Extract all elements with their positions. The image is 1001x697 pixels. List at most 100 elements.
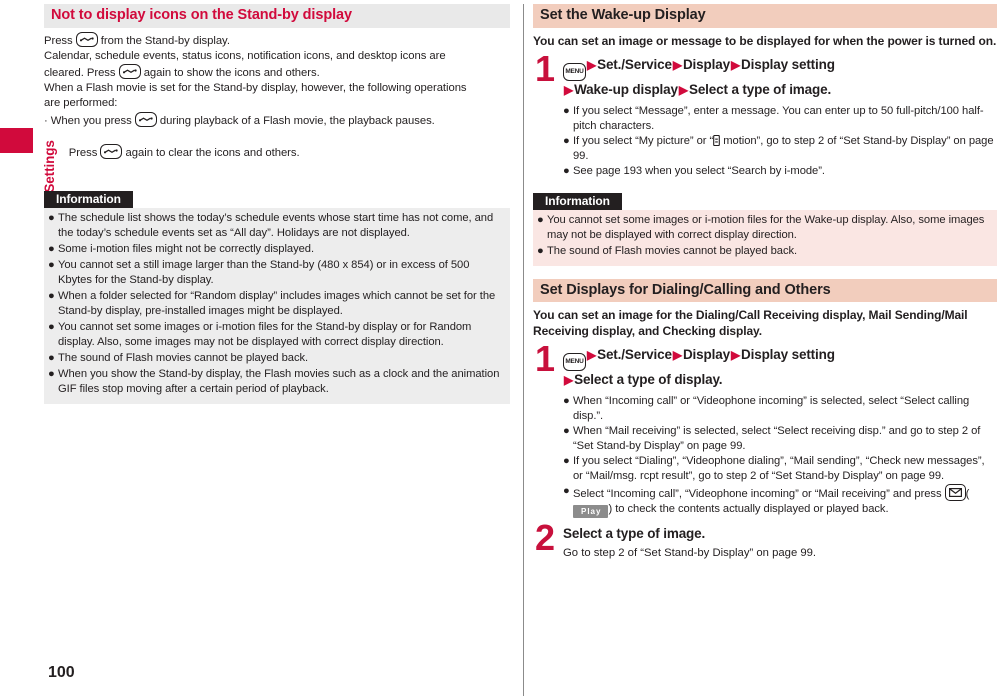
arrow-icon: ▶ bbox=[587, 58, 597, 73]
list-item-text: When you show the Stand-by display, the … bbox=[58, 367, 500, 395]
text-fragment: again to clear the icons and others. bbox=[122, 147, 300, 160]
list-item-text: See page 193 when you select “Search by … bbox=[573, 164, 825, 177]
step-number: 1 bbox=[535, 338, 556, 380]
clear-key-icon bbox=[75, 31, 98, 47]
left-section-heading: Not to display icons on the Stand-by dis… bbox=[44, 4, 510, 28]
text-fragment: again to show the icons and others. bbox=[140, 67, 320, 80]
paragraph-line-7: Press again to clear the icons and other… bbox=[44, 129, 510, 177]
step-title: Select a type of image. bbox=[563, 525, 706, 541]
bullet-icon: ● bbox=[48, 367, 55, 380]
text-fragment: from the Stand-by display. bbox=[97, 34, 230, 47]
list-item: ● When a folder selected for “Random disp… bbox=[48, 289, 504, 319]
step-part-label: Display setting bbox=[741, 57, 835, 73]
left-column: Not to display icons on the Stand-by dis… bbox=[44, 4, 510, 404]
step-part-label: Display bbox=[682, 57, 730, 73]
step-1-dialing: 1 MENU ▶Set./Service▶Display▶Display sett… bbox=[533, 341, 997, 518]
arrow-icon: ▶ bbox=[587, 348, 597, 363]
list-item-text: Some i-motion files might not be correct… bbox=[58, 242, 315, 255]
mail-key-icon bbox=[944, 483, 966, 501]
step-1-bullets: ● If you select “Message”, enter a messag… bbox=[563, 104, 997, 179]
text-fragment: · When you press bbox=[44, 114, 135, 127]
bullet-icon: ● bbox=[48, 258, 55, 271]
arrow-icon: ▶ bbox=[564, 373, 574, 388]
page-number: 100 bbox=[48, 664, 75, 681]
list-item: ● The sound of Flash movies cannot be pla… bbox=[48, 351, 504, 366]
list-item-text: You cannot set some images or i-motion f… bbox=[547, 213, 985, 241]
information-body: ● The schedule list shows the today’s sch… bbox=[44, 207, 510, 404]
list-item: ● Select “Incoming call”, “Videophone inc… bbox=[563, 483, 997, 518]
step-title: MENU ▶Set./Service▶Display▶Display settin… bbox=[563, 346, 997, 390]
step-part-label: Display bbox=[682, 347, 730, 363]
bullet-icon: ● bbox=[48, 242, 55, 255]
information-body: ● You cannot set some images or i-motion … bbox=[533, 209, 997, 266]
bullet-icon: ● bbox=[563, 104, 570, 117]
bullet-icon: ● bbox=[563, 484, 570, 497]
section-heading-wake-up: Set the Wake-up Display bbox=[533, 4, 997, 28]
step-title: MENU ▶Set./Service▶Display▶Display settin… bbox=[563, 56, 997, 100]
arrow-icon: ▶ bbox=[730, 348, 741, 363]
column-divider bbox=[523, 4, 524, 696]
information-label: Information bbox=[533, 192, 622, 210]
bullet-icon: ● bbox=[563, 164, 570, 177]
section1-lead-text: You can set an image or message to be di… bbox=[533, 33, 997, 48]
list-item: ● If you select “Message”, enter a messag… bbox=[563, 104, 997, 134]
clear-key-icon bbox=[134, 111, 157, 127]
section-heading-dialing: Set Displays for Dialing/Calling and Oth… bbox=[533, 278, 997, 303]
list-item-text: When “Mail receiving” is selected, selec… bbox=[573, 424, 981, 452]
list-item-text: The schedule list shows the today’s sche… bbox=[58, 211, 494, 239]
play-softkey[interactable]: Play bbox=[573, 504, 609, 518]
menu-key-icon: MENU bbox=[563, 63, 586, 82]
step-part-label: Display setting bbox=[741, 347, 835, 363]
list-item: ● You cannot set some images or i-motion … bbox=[537, 213, 991, 243]
bullet-icon: ● bbox=[48, 351, 55, 364]
list-item-text: When “Incoming call” or “Videophone inco… bbox=[573, 394, 970, 422]
chapter-tab-marker bbox=[0, 128, 33, 153]
list-item: ● You cannot set a still image larger tha… bbox=[48, 258, 504, 288]
step-part-label: Set./Service bbox=[597, 57, 672, 73]
list-item: ● If you select “My picture” or “ motion”… bbox=[563, 134, 997, 164]
text-fragment: Select “Incoming call”, “Videophone inco… bbox=[573, 487, 945, 500]
section2-lead-text: You can set an image for the Dialing/Cal… bbox=[533, 308, 968, 338]
i-mode-mark-icon bbox=[713, 134, 721, 146]
text-fragment: ) to check the contents actually display… bbox=[608, 502, 889, 515]
paragraph-line-5: are performed: bbox=[44, 97, 118, 110]
text-fragment: cleared. Press bbox=[44, 67, 119, 80]
list-item-text: The sound of Flash movies cannot be play… bbox=[547, 244, 798, 257]
left-body-text: Press from the Stand-by display. Calenda… bbox=[44, 31, 510, 177]
list-item: ● If you select “Dialing”, “Videophone di… bbox=[563, 454, 997, 484]
step-subtext: Go to step 2 of “Set Stand-by Display” o… bbox=[563, 547, 817, 560]
list-item-text: When a folder selected for “Random displ… bbox=[58, 289, 496, 317]
arrow-icon: ▶ bbox=[672, 348, 682, 363]
bullet-icon: ● bbox=[563, 134, 570, 147]
list-item: ● The sound of Flash movies cannot be pla… bbox=[537, 244, 991, 259]
arrow-icon: ▶ bbox=[672, 58, 682, 73]
right-column: Set the Wake-up Display You can set an i… bbox=[533, 4, 997, 563]
step-1-wake-up: 1 MENU ▶Set./Service▶Display▶Display sett… bbox=[533, 51, 997, 179]
chapter-side-tab: Sound/Screen/Light Settings bbox=[0, 0, 57, 697]
step-part-label: Set./Service bbox=[597, 347, 672, 363]
list-item: ● You cannot set some images or i-motion … bbox=[48, 320, 504, 350]
paragraph-line-4: When a Flash movie is set for the Stand-… bbox=[44, 82, 467, 95]
bullet-icon: ● bbox=[537, 244, 544, 257]
list-item: ● When you show the Stand-by display, the… bbox=[48, 367, 504, 397]
arrow-icon: ▶ bbox=[564, 83, 574, 98]
left-information-block: Information ● The schedule list shows the… bbox=[44, 190, 510, 404]
menu-key-icon: MENU bbox=[563, 353, 586, 372]
text-fragment: If you select “My picture” or “ bbox=[573, 134, 714, 147]
bullet-icon: ● bbox=[48, 289, 55, 302]
list-item: ● See page 193 when you select “Search by… bbox=[563, 164, 997, 179]
list-item: ● Some i-motion files might not be correc… bbox=[48, 242, 504, 257]
list-item: ● When “Incoming call” or “Videophone inc… bbox=[563, 394, 997, 424]
list-item: ● The schedule list shows the today’s sch… bbox=[48, 211, 504, 241]
list-item-text: If you select “Message”, enter a message… bbox=[573, 104, 984, 132]
list-item-text: If you select “My picture” or “ motion”,… bbox=[573, 134, 994, 162]
step-number: 1 bbox=[535, 48, 556, 90]
step-part-label: Wake-up display bbox=[574, 82, 678, 98]
list-item-text: Select “Incoming call”, “Videophone inco… bbox=[573, 483, 969, 518]
bullet-icon: ● bbox=[563, 454, 570, 467]
right-information-block: Information ● You cannot set some images … bbox=[533, 192, 997, 266]
step-part-label: Select a type of image. bbox=[688, 82, 832, 98]
information-label: Information bbox=[44, 190, 133, 208]
list-item: ● When “Mail receiving” is selected, sele… bbox=[563, 424, 997, 454]
list-item-text: The sound of Flash movies cannot be play… bbox=[58, 351, 309, 364]
